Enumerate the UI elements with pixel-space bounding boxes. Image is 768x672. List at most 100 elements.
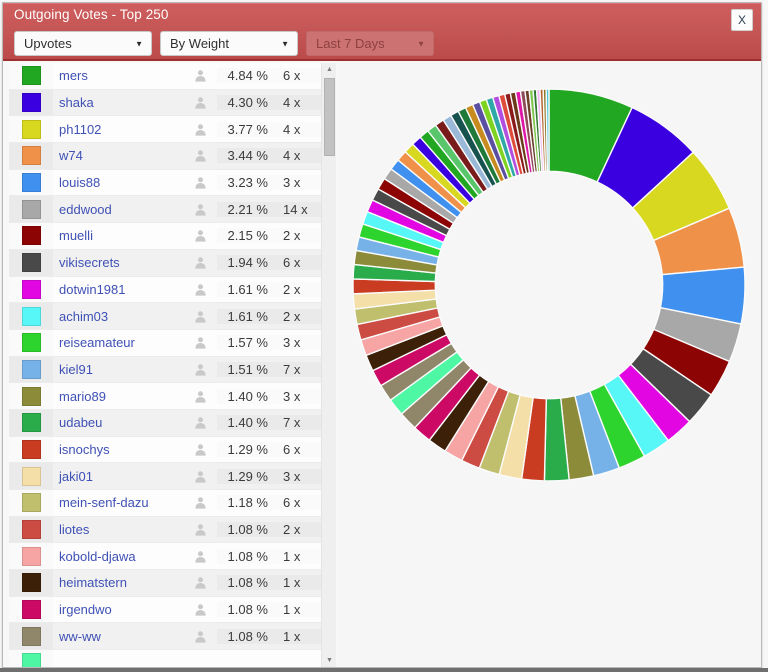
person-icon[interactable] xyxy=(183,576,217,589)
weight-percent: 1.61 % xyxy=(227,281,268,297)
account-link[interactable]: kobold-djawa xyxy=(53,549,183,564)
person-icon[interactable] xyxy=(183,630,217,643)
row-color-cell xyxy=(9,196,53,222)
weight-percent: 1.08 % xyxy=(217,629,275,644)
donut-slice[interactable] xyxy=(545,88,550,173)
person-icon[interactable] xyxy=(183,416,217,429)
row-color-cell xyxy=(9,570,53,596)
votes-count: 7 x xyxy=(275,362,321,377)
table-row[interactable]: louis88 3.23 % 3 x xyxy=(9,169,321,197)
page-title: Outgoing Votes - Top 250 xyxy=(14,7,169,22)
table-row[interactable]: dotwin1981 1.61 % 2 x xyxy=(9,276,321,304)
votes-count: 2 x xyxy=(283,281,301,297)
account-link[interactable]: udabeu xyxy=(53,415,183,430)
table-row[interactable]: irgendwo 1.08 % 1 x xyxy=(9,596,321,624)
account-link[interactable]: mein-senf-dazu xyxy=(53,495,183,510)
table-row[interactable]: mein-senf-dazu 1.18 % 6 x xyxy=(9,490,321,517)
account-link[interactable]: isnochys xyxy=(53,442,183,457)
table-row[interactable]: udabeu 1.40 % 7 x xyxy=(9,409,321,437)
person-icon[interactable] xyxy=(183,523,217,536)
account-link[interactable]: ww-ww xyxy=(53,629,183,644)
person-icon[interactable] xyxy=(183,443,217,456)
table-row[interactable]: liotes 1.08 % 2 x xyxy=(9,516,321,544)
table-row[interactable]: ph1102 3.77 % 4 x xyxy=(9,116,321,144)
account-link[interactable]: heimatstern xyxy=(53,575,183,590)
weight-percent: 1.40 % xyxy=(217,415,275,430)
series-color-swatch xyxy=(21,573,41,593)
row-color-cell xyxy=(9,303,53,329)
account-link[interactable]: jaki01 xyxy=(53,469,183,484)
table-row[interactable] xyxy=(9,650,321,667)
account-link[interactable]: muelli xyxy=(53,228,183,243)
table-row[interactable]: kiel91 1.51 % 7 x xyxy=(9,356,321,384)
account-link[interactable]: w74 xyxy=(53,148,183,163)
person-icon[interactable] xyxy=(183,310,217,323)
list-scrollbar[interactable]: ▲ ▼ xyxy=(321,63,336,667)
account-link[interactable]: ph1102 xyxy=(53,122,183,137)
scroll-down-arrow-icon[interactable]: ▼ xyxy=(322,654,337,667)
table-row[interactable]: eddwood 2.21 % 14 x xyxy=(9,196,321,224)
account-link[interactable]: reiseamateur xyxy=(53,335,183,350)
row-color-cell xyxy=(9,517,53,543)
scroll-up-arrow-icon[interactable]: ▲ xyxy=(322,63,337,76)
account-link[interactable]: dotwin1981 xyxy=(53,282,183,297)
account-link[interactable]: eddwood xyxy=(53,202,183,217)
close-icon[interactable]: X xyxy=(731,9,753,31)
account-link[interactable]: irgendwo xyxy=(53,602,183,617)
votes-count: 6 x xyxy=(283,441,301,457)
row-color-cell xyxy=(9,116,53,142)
votes-count: 1 x xyxy=(275,629,321,644)
series-color-swatch xyxy=(21,199,41,219)
table-row[interactable]: kobold-djawa 1.08 % 1 x xyxy=(9,543,321,571)
account-link[interactable]: mers xyxy=(53,68,183,83)
votes-count: 3 x xyxy=(275,469,321,484)
person-icon[interactable] xyxy=(183,69,217,82)
person-icon[interactable] xyxy=(183,283,217,296)
person-icon[interactable] xyxy=(183,603,217,616)
row-color-cell xyxy=(9,63,53,89)
person-icon[interactable] xyxy=(183,550,217,563)
series-color-swatch xyxy=(21,333,41,353)
table-row[interactable]: vikisecrets 1.94 % 6 x xyxy=(9,249,321,277)
person-icon[interactable] xyxy=(183,336,217,349)
table-row[interactable]: heimatstern 1.08 % 1 x xyxy=(9,570,321,597)
weight-percent: 3.44 % xyxy=(217,148,275,163)
table-row[interactable]: ww-ww 1.08 % 1 x xyxy=(9,623,321,651)
person-icon[interactable] xyxy=(183,123,217,136)
sort-order-dropdown[interactable]: By Weight ▼ xyxy=(160,31,298,56)
person-icon[interactable] xyxy=(183,203,217,216)
account-link[interactable]: mario89 xyxy=(53,389,183,404)
votes-count: 1 x xyxy=(275,575,321,590)
person-icon[interactable] xyxy=(183,96,217,109)
table-row[interactable]: isnochys 1.29 % 6 x xyxy=(9,436,321,464)
account-link[interactable]: shaka xyxy=(53,95,183,110)
weight-percent: 1.51 % xyxy=(217,362,275,377)
table-row[interactable]: shaka 4.30 % 4 x xyxy=(9,89,321,117)
person-icon[interactable] xyxy=(183,229,217,243)
person-icon[interactable] xyxy=(183,256,217,269)
vote-type-dropdown[interactable]: Upvotes ▼ xyxy=(14,31,152,56)
person-icon[interactable] xyxy=(183,363,217,376)
person-icon[interactable] xyxy=(183,149,217,162)
table-row[interactable]: mers 4.84 % 6 x xyxy=(9,63,321,90)
person-icon[interactable] xyxy=(183,176,217,189)
table-row[interactable]: w74 3.44 % 4 x xyxy=(9,143,321,170)
series-color-swatch xyxy=(21,439,41,459)
account-link[interactable]: louis88 xyxy=(53,175,183,190)
person-icon[interactable] xyxy=(183,496,217,509)
scrollbar-thumb[interactable] xyxy=(324,78,335,156)
account-link[interactable]: kiel91 xyxy=(53,362,183,377)
series-color-swatch xyxy=(21,626,41,646)
table-row[interactable]: jaki01 1.29 % 3 x xyxy=(9,463,321,490)
account-link[interactable]: achim03 xyxy=(53,309,183,324)
account-link[interactable]: liotes xyxy=(53,522,183,537)
person-icon[interactable] xyxy=(183,470,217,483)
person-icon[interactable] xyxy=(183,390,217,403)
account-link[interactable]: vikisecrets xyxy=(53,255,183,270)
table-row[interactable]: muelli 2.15 % 2 x xyxy=(9,223,321,250)
weight-percent: 3.23 % xyxy=(227,175,268,191)
table-row[interactable]: reiseamateur 1.57 % 3 x xyxy=(9,329,321,357)
table-row[interactable]: achim03 1.61 % 2 x xyxy=(9,303,321,330)
votes-count: 3 x xyxy=(283,388,301,404)
table-row[interactable]: mario89 1.40 % 3 x xyxy=(9,383,321,410)
